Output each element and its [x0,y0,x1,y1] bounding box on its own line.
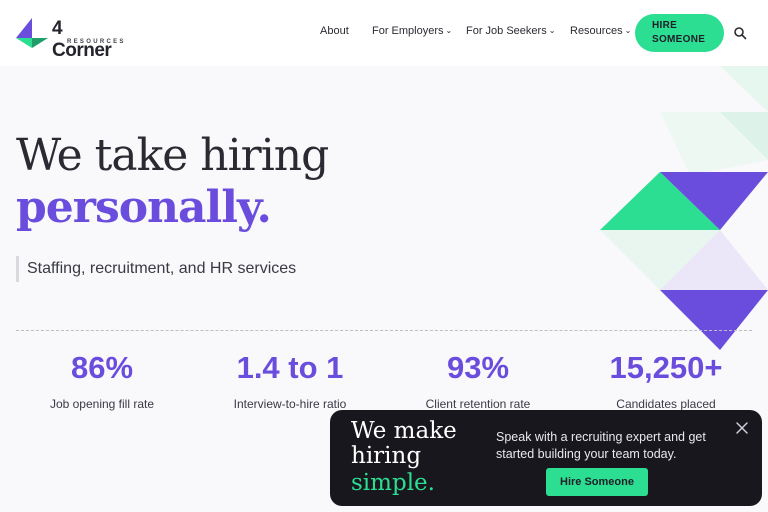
chevron-down-icon: ⌄ [624,26,632,35]
stat-label: Candidates placed [616,397,716,411]
stat-value: 86% [70,350,134,385]
logo-subtitle: RESOURCES [67,39,126,45]
stat-value: 93% [446,350,510,385]
stat-label: Interview-to-hire ratio [233,397,347,411]
logo-mark-icon [16,18,48,48]
hero-heading-line1: We take hiring [16,130,329,181]
stat-interview-ratio: 1.4 to 1 Interview-to-hire ratio [200,348,380,411]
dashed-divider [16,330,752,331]
popup-heading-line3: simple. [351,470,435,496]
hire-someone-line2: SOMEONE [652,34,706,45]
hero-heading-line2: personally. [16,182,272,233]
chevron-down-icon: ⌄ [548,26,556,35]
nav-about-label: About [320,25,349,37]
nav-resources[interactable]: Resources ⌄ [570,25,631,41]
decorative-triangles [600,66,768,350]
popup-hire-someone-button[interactable]: Hire Someone [546,468,648,496]
stat-value: 1.4 to 1 [236,350,344,385]
logo[interactable]: 4 Corner RESOURCES [14,16,126,61]
nav-for-employers[interactable]: For Employers ⌄ [372,25,452,41]
nav-for-job-seekers[interactable]: For Job Seekers ⌄ [466,25,555,41]
stat-value: 15,250+ [609,350,723,385]
nav-resources-label: Resources [570,25,623,37]
close-icon[interactable] [735,421,749,435]
stat-label: Client retention rate [425,397,531,411]
site-header: 4 Corner RESOURCES About For Employers ⌄ … [0,0,768,66]
nav-for-job-seekers-label: For Job Seekers [466,25,547,37]
popup-heading-line2: hiring [351,443,422,469]
popup-message: Speak with a recruiting expert and get s… [496,430,706,461]
stat-candidates-placed: 15,250+ Candidates placed [576,348,756,411]
hero-subheading: Staffing, recruitment, and HR services [16,256,296,282]
nav-for-employers-label: For Employers [372,25,444,37]
nav-about[interactable]: About [320,25,349,41]
stat-label: Job opening fill rate [49,397,155,411]
hire-someone-line1: HIRE [652,20,678,31]
hire-someone-button[interactable]: HIRE SOMEONE [635,14,724,52]
stat-fill-rate: 86% Job opening fill rate [12,348,192,411]
search-icon[interactable] [733,26,747,40]
stat-retention-rate: 93% Client retention rate [388,348,568,411]
popup-heading-line1: We make [351,418,457,444]
chevron-down-icon: ⌄ [445,26,453,35]
